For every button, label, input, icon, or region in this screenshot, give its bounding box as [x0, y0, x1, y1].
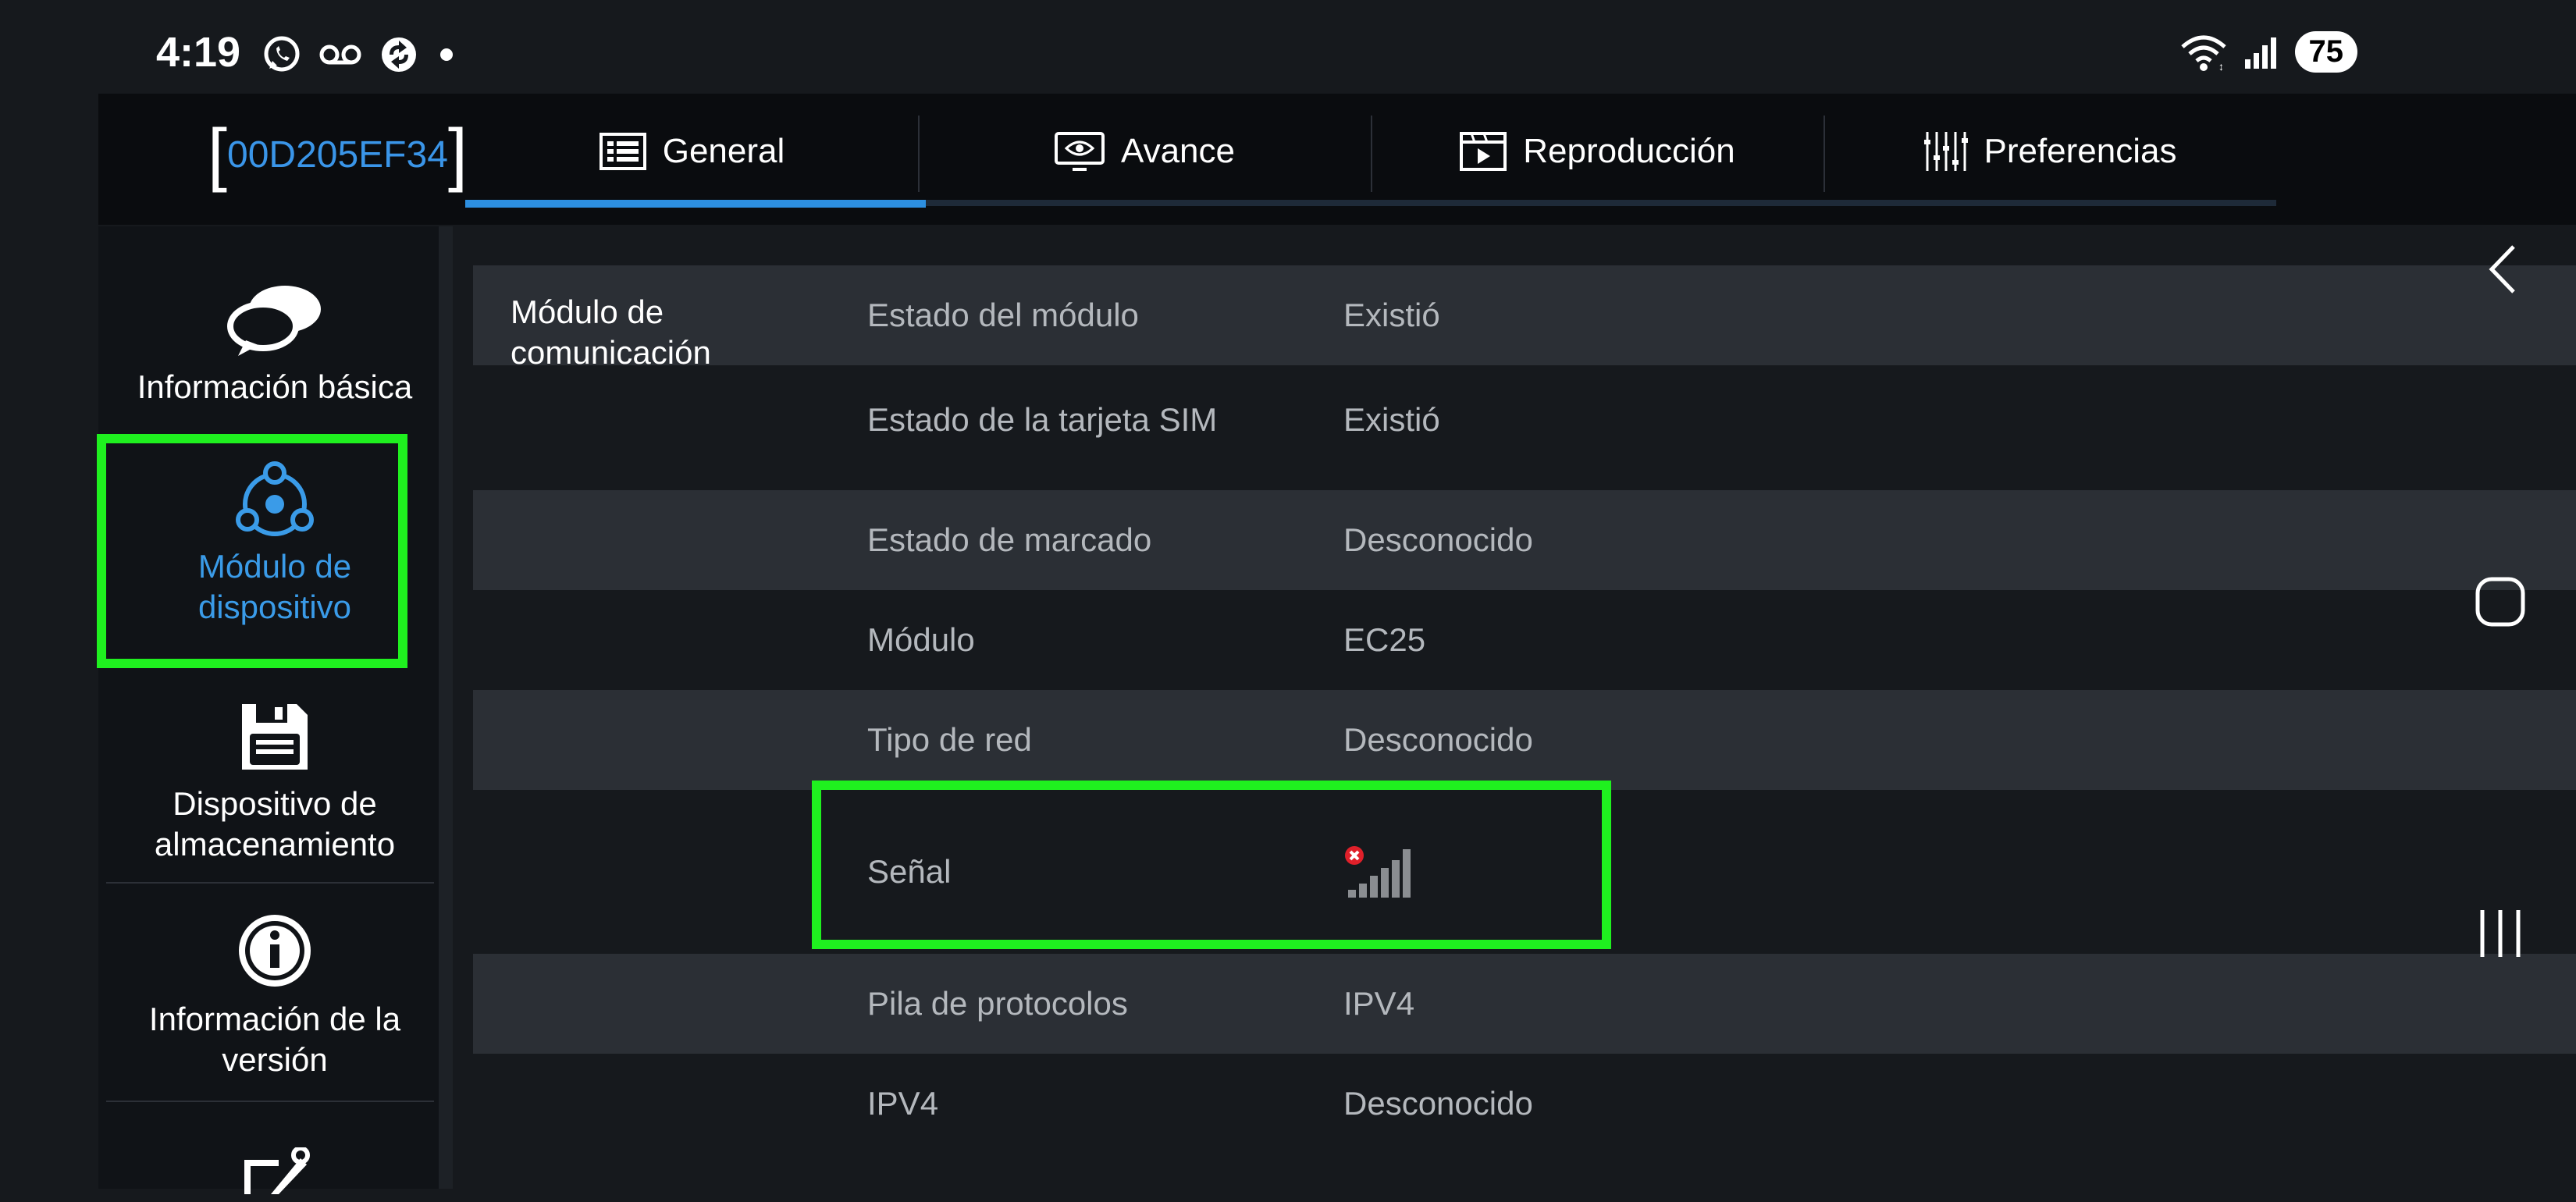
- list-icon: [599, 133, 646, 170]
- table-row: Pila de protocolos IPV4: [473, 954, 2576, 1054]
- tab-avance[interactable]: Avance: [918, 94, 1371, 209]
- row-name: IPV4: [867, 1085, 939, 1122]
- bracket-left-icon: [: [208, 116, 228, 194]
- battery-level: 75: [2294, 31, 2357, 73]
- sidebar-item-label-line1: Dispositivo de: [173, 785, 377, 822]
- chat-bubbles-icon: [227, 286, 321, 356]
- row-value: Desconocido: [1343, 521, 1533, 558]
- whatsapp-icon: [264, 36, 300, 72]
- content-panel: Módulo de comunicación Estado del módulo…: [473, 226, 2576, 1189]
- sidebar-item-informacion-basica[interactable]: Información básica: [98, 281, 451, 407]
- row-name: Estado del módulo: [867, 297, 1139, 333]
- row-value: Existió: [1343, 401, 1440, 438]
- row-value: IPV4: [1343, 985, 1415, 1022]
- table-row: Estado de marcado Desconocido: [473, 490, 2576, 590]
- status-right: ↕ 75: [2179, 31, 2357, 73]
- sidebar-item-label-line2: versión: [222, 1041, 328, 1078]
- recents-icon[interactable]: [2476, 909, 2524, 958]
- status-icons: [262, 31, 458, 78]
- status-bar: 4:19 ↕ 75: [0, 0, 2576, 94]
- tools-icon: [244, 1146, 310, 1194]
- status-time: 4:19: [156, 29, 241, 76]
- highlight-box-signal: [812, 781, 1611, 949]
- sidebar-item-label: Información básica: [137, 368, 413, 405]
- row-value: Existió: [1343, 297, 1440, 333]
- tab-general[interactable]: General: [465, 94, 918, 209]
- voicemail-icon: [319, 44, 361, 65]
- table-row: Estado de la tarjeta SIM Existió: [473, 365, 2576, 465]
- back-icon[interactable]: [2482, 242, 2521, 297]
- tab-bar: General Avance Reproducción Preferencias: [465, 94, 2276, 209]
- sidebar-item-informacion-de-la-version[interactable]: Información de la versión: [98, 910, 451, 1080]
- device-id: 00D205EF34: [227, 133, 448, 176]
- row-value: Desconocido: [1343, 1085, 1533, 1122]
- sidebar: Información básica Módulo de dispositivo…: [98, 226, 451, 1194]
- sliders-icon: [1924, 132, 1969, 171]
- highlight-box-sidebar: [97, 434, 407, 668]
- tab-preferencias-label: Preferencias: [1984, 132, 2177, 170]
- video-clip-icon: [1460, 132, 1507, 171]
- sidebar-divider: [106, 882, 434, 884]
- table-row: Tipo de red Desconocido: [473, 690, 2576, 790]
- monitor-eye-icon: [1055, 132, 1105, 171]
- table-row: Módulo EC25: [473, 590, 2576, 690]
- row-name: Módulo: [867, 621, 975, 658]
- row-name: Pila de protocolos: [867, 985, 1128, 1022]
- row-name: Estado de la tarjeta SIM: [867, 401, 1218, 438]
- info-icon: [239, 915, 311, 987]
- floppy-disk-icon: [242, 704, 308, 770]
- row-name: Tipo de red: [867, 721, 1032, 758]
- sidebar-item-dispositivo-de-almacenamiento[interactable]: Dispositivo de almacenamiento: [98, 698, 451, 865]
- sidebar-edge: [439, 226, 453, 1189]
- section-title-line1: Módulo de: [511, 293, 664, 330]
- notification-dot: [440, 48, 453, 61]
- cell-signal-icon: [2244, 37, 2276, 69]
- svg-text:↕: ↕: [2218, 60, 2224, 72]
- home-icon[interactable]: [2475, 576, 2526, 628]
- tab-reproduccion-label: Reproducción: [1523, 132, 1735, 170]
- tab-avance-label: Avance: [1121, 132, 1235, 170]
- section-title: Módulo de comunicación: [511, 292, 711, 373]
- wifi-icon: ↕: [2180, 35, 2226, 72]
- tab-reproduccion[interactable]: Reproducción: [1371, 94, 1823, 209]
- row-value: Desconocido: [1343, 721, 1533, 758]
- sidebar-item-tools[interactable]: [98, 1146, 451, 1202]
- table-row: Módulo de comunicación Estado del módulo…: [473, 265, 2576, 371]
- sync-app-icon: [382, 37, 416, 72]
- sidebar-divider: [106, 1101, 434, 1102]
- row-value: EC25: [1343, 621, 1426, 658]
- tab-general-label: General: [662, 132, 785, 170]
- tab-preferencias[interactable]: Preferencias: [1823, 94, 2276, 209]
- sidebar-item-label-line1: Información de la: [148, 1001, 401, 1037]
- tab-active-indicator: [465, 200, 926, 208]
- row-name: Estado de marcado: [867, 521, 1152, 558]
- sidebar-item-label-line2: almacenamiento: [154, 826, 396, 862]
- device-id-label: [ 00D205EF34 ]: [208, 116, 468, 194]
- table-row: IPV4 Desconocido: [473, 1054, 2576, 1154]
